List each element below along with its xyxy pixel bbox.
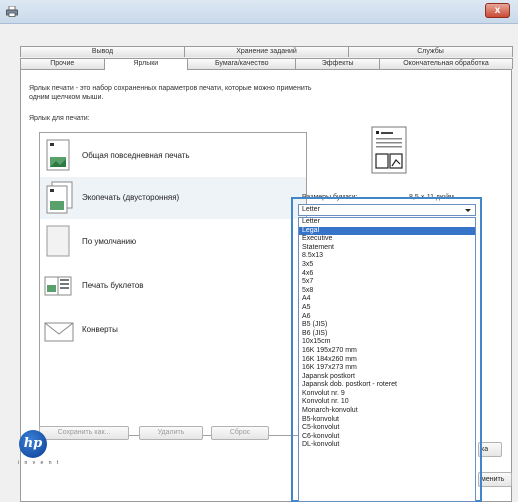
preset-label: По умолчанию bbox=[82, 237, 137, 246]
paper-size-option[interactable]: 8.5x13 bbox=[299, 252, 475, 261]
paper-size-option[interactable]: 3x5 bbox=[299, 261, 475, 270]
paper-size-option[interactable]: Monarch-konvolut bbox=[299, 407, 475, 416]
preset-envelopes[interactable]: Конверты bbox=[40, 309, 306, 351]
tabs-row-top: Вывод Хранение заданий Службы bbox=[20, 46, 513, 57]
paper-size-option[interactable]: Japansk dob. postkort - roteret bbox=[299, 381, 475, 390]
paper-size-option[interactable]: B5 (JIS) bbox=[299, 321, 475, 330]
tab-output[interactable]: Вывод bbox=[20, 46, 185, 57]
eco-print-icon bbox=[46, 181, 73, 214]
preset-booklet[interactable]: Печать буклетов bbox=[40, 265, 306, 307]
printer-icon bbox=[6, 6, 18, 17]
paper-size-option[interactable]: Letter bbox=[299, 218, 475, 227]
preset-default[interactable]: По умолчанию bbox=[40, 221, 306, 263]
paper-size-option[interactable]: 5x7 bbox=[299, 278, 475, 287]
preset-everyday-printing[interactable]: Общая повседневная печать bbox=[40, 135, 306, 177]
tab-paper-quality[interactable]: Бумага/качество bbox=[187, 58, 297, 69]
tab-job-storage[interactable]: Хранение заданий bbox=[184, 46, 349, 57]
partial-bottom-button[interactable]: менить bbox=[478, 472, 512, 487]
shortcut-description: Ярлык печати - это набор сохраненных пар… bbox=[29, 85, 312, 101]
paper-size-option[interactable]: Statement bbox=[299, 244, 475, 253]
delete-button[interactable]: Удалить bbox=[139, 426, 203, 440]
paper-size-option[interactable]: DL-konvolut bbox=[299, 441, 475, 450]
tab-finishing[interactable]: Окончательная обработка bbox=[378, 58, 514, 69]
tab-effects[interactable]: Эффекты bbox=[295, 58, 380, 69]
tab-services[interactable]: Службы bbox=[348, 46, 513, 57]
paper-size-option[interactable]: 16K 197x273 mm bbox=[299, 364, 475, 373]
paper-size-option[interactable]: A4 bbox=[299, 295, 475, 304]
paper-size-option[interactable]: 5x8 bbox=[299, 287, 475, 296]
hp-logo: hp bbox=[19, 430, 47, 458]
preset-label: Экопечать (двусторонняя) bbox=[82, 193, 180, 202]
paper-size-option[interactable]: Konvolut nr. 9 bbox=[299, 390, 475, 399]
paper-size-option[interactable]: 16K 195x270 mm bbox=[299, 347, 475, 356]
paper-size-option[interactable]: B6 (JIS) bbox=[299, 330, 475, 339]
hp-tagline: i n v e n t bbox=[18, 460, 61, 466]
document-preview-icon bbox=[371, 126, 407, 174]
preset-label: Общая повседневная печать bbox=[82, 151, 190, 160]
paper-size-option[interactable]: Executive bbox=[299, 235, 475, 244]
shortcut-list[interactable]: Общая повседневная печать Экопечать (дву… bbox=[39, 132, 307, 436]
paper-size-option[interactable]: Konvolut nr. 10 bbox=[299, 398, 475, 407]
preset-eco-print[interactable]: Экопечать (двусторонняя) bbox=[40, 177, 306, 219]
everyday-printing-icon bbox=[46, 139, 70, 171]
paper-size-option[interactable]: 10x15cm bbox=[299, 338, 475, 347]
paper-size-options[interactable]: Letter Legal Executive Statement 8.5x13 3x5 4x… bbox=[298, 217, 476, 502]
chevron-down-icon bbox=[465, 209, 471, 212]
preset-label: Конверты bbox=[82, 325, 118, 334]
title-bar: x bbox=[0, 0, 518, 24]
shortcut-list-label: Ярлык для печати: bbox=[29, 115, 90, 122]
paper-size-option[interactable]: 4x6 bbox=[299, 270, 475, 279]
tab-advanced[interactable]: Прочие bbox=[20, 58, 105, 69]
tabs-row-bottom: Прочие Ярлыки Бумага/качество Эффекты Ок… bbox=[20, 58, 514, 70]
paper-size-option[interactable]: B5-konvolut bbox=[299, 416, 475, 425]
reset-button[interactable]: Сброс bbox=[211, 426, 269, 440]
paper-size-selected-value: Letter bbox=[302, 206, 320, 213]
preset-label: Печать буклетов bbox=[82, 281, 144, 290]
paper-size-option[interactable]: Japansk postkort bbox=[299, 373, 475, 382]
close-button[interactable]: x bbox=[485, 3, 510, 18]
paper-size-option[interactable]: 16K 184x260 mm bbox=[299, 356, 475, 365]
booklet-icon bbox=[44, 276, 72, 296]
save-as-button[interactable]: Сохранить как... bbox=[39, 426, 129, 440]
blank-page-icon bbox=[46, 225, 70, 257]
paper-size-option[interactable]: Legal bbox=[299, 226, 475, 236]
paper-size-option[interactable]: C5-konvolut bbox=[299, 424, 475, 433]
envelope-icon bbox=[44, 322, 74, 342]
paper-size-option[interactable]: A6 bbox=[299, 313, 475, 322]
paper-size-option[interactable]: C6-konvolut bbox=[299, 433, 475, 442]
paper-size-option[interactable]: A5 bbox=[299, 304, 475, 313]
tab-shortcuts[interactable]: Ярлыки bbox=[103, 58, 189, 70]
paper-size-select[interactable]: Letter bbox=[298, 204, 476, 216]
